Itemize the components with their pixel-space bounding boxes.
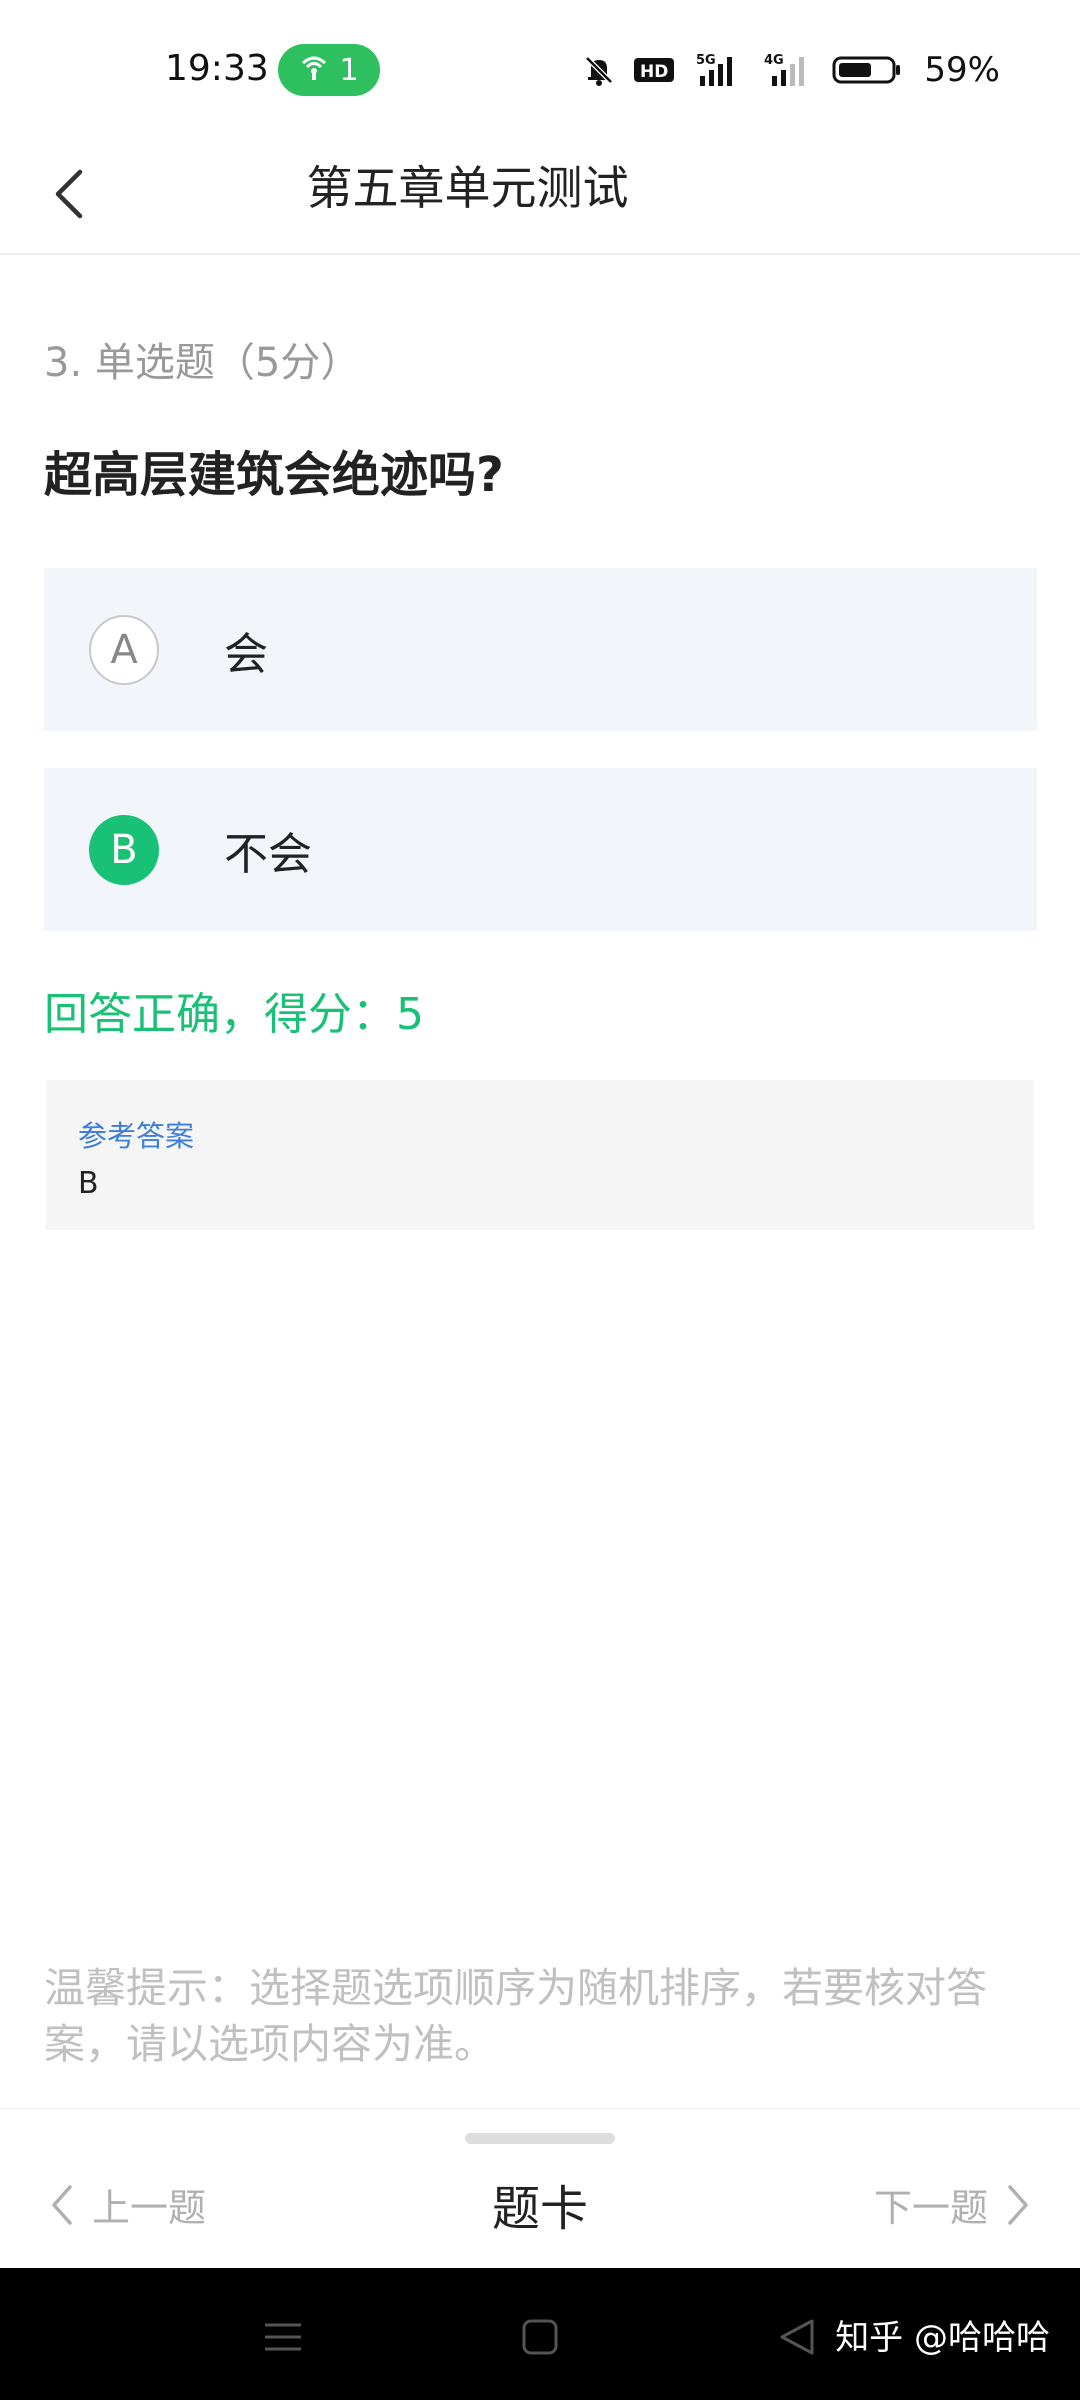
hotspot-icon — [299, 51, 329, 89]
chevron-right-icon — [1008, 2184, 1028, 2225]
status-icons: HD 5G 4G 59% — [582, 50, 1000, 90]
battery-percent: 59% — [924, 50, 1000, 90]
prev-question-button[interactable]: 上一题 — [50, 2177, 206, 2232]
drag-handle[interactable] — [465, 2133, 615, 2144]
hotspot-indicator[interactable]: 1 — [278, 44, 380, 96]
signal-4g-icon: 4G — [762, 52, 814, 88]
next-question-label: 下一题 — [873, 2186, 988, 2230]
option-text-a: 会 — [224, 628, 268, 680]
option-letter-a: A — [89, 614, 159, 685]
question-meta: 3. 单选题（5分） — [44, 340, 361, 386]
watermark: 知乎 @哈哈哈 — [835, 2318, 1050, 2358]
signal-5g-icon: 5G — [696, 52, 744, 88]
home-square-icon — [522, 2319, 558, 2355]
answer-result: 回答正确，得分：5 — [44, 989, 424, 1040]
back-nav-button[interactable] — [768, 2312, 828, 2362]
back-triangle-icon — [780, 2319, 814, 2355]
home-button[interactable] — [510, 2312, 570, 2362]
status-bar: 19:33 1 HD 5G 4G 59% — [0, 0, 1080, 130]
menu-button[interactable] — [253, 2312, 313, 2362]
reference-answer-value: B — [78, 1166, 99, 1201]
option-b[interactable]: B 不会 — [44, 768, 1037, 931]
mute-bell-icon — [582, 53, 616, 87]
question-nav-bar: 上一题 题卡 下一题 — [0, 2108, 1080, 2268]
page-title: 第五章单元测试 — [306, 161, 629, 215]
app-header: 第五章单元测试 — [0, 130, 1080, 255]
system-nav-bar: 知乎 @哈哈哈 — [0, 2268, 1080, 2400]
chevron-left-icon — [52, 2184, 72, 2225]
hd-label: HD — [640, 62, 668, 82]
option-letter-b: B — [89, 814, 159, 885]
hotspot-count: 1 — [339, 52, 359, 88]
5g-label: 5G — [696, 53, 716, 68]
prev-question-label: 上一题 — [92, 2186, 207, 2230]
hd-voice-icon: HD — [634, 55, 678, 85]
4g-label: 4G — [764, 53, 784, 68]
next-question-button[interactable]: 下一题 — [874, 2177, 1030, 2232]
option-a[interactable]: A 会 — [44, 568, 1037, 731]
question-stem: 超高层建筑会绝迹吗? — [44, 447, 504, 503]
reference-answer-box: 参考答案 B — [46, 1080, 1034, 1230]
hint-text: 温馨提示：选择题选项顺序为随机排序，若要核对答案，请以选项内容为准。 — [44, 1964, 987, 2068]
menu-icon — [265, 2323, 301, 2351]
battery-icon — [832, 54, 902, 86]
status-time: 19:33 — [165, 48, 269, 89]
question-card-label[interactable]: 题卡 — [492, 2181, 588, 2237]
option-text-b: 不会 — [224, 828, 312, 880]
reference-answer-label: 参考答案 — [78, 1119, 195, 1153]
quiz-page: 19:33 1 HD 5G 4G 59% 第五章单元测试 3. 单选题（5分） … — [0, 0, 1080, 2400]
